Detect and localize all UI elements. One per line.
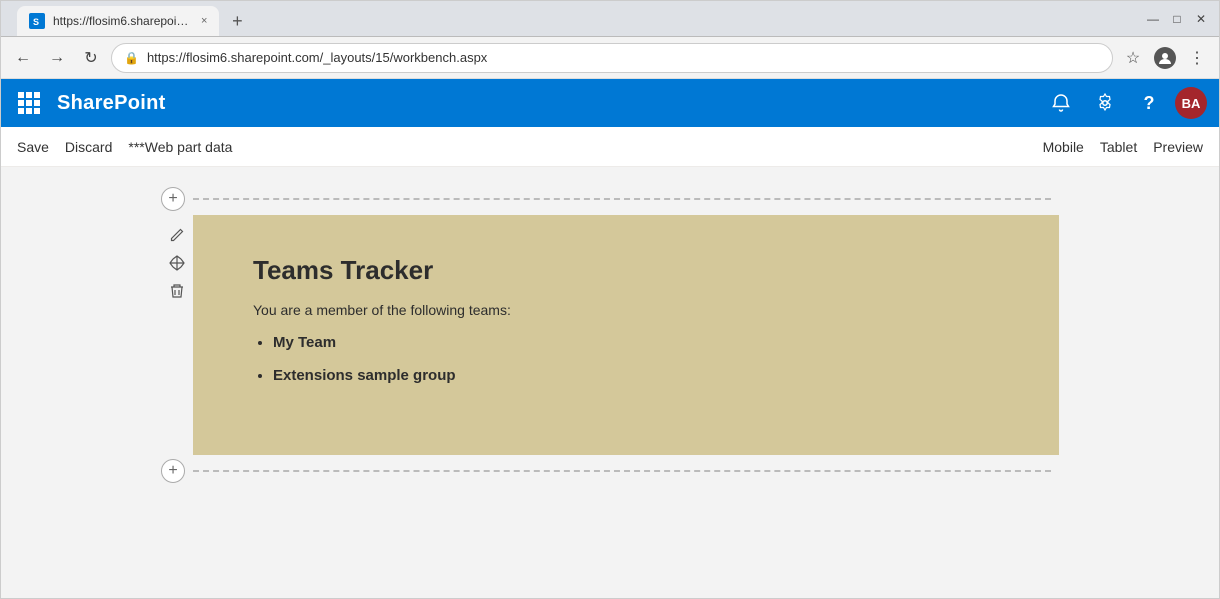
- star-button[interactable]: ☆: [1119, 44, 1147, 72]
- tab-close-btn[interactable]: ×: [201, 15, 207, 27]
- profile-button[interactable]: [1151, 44, 1179, 72]
- list-item: My Team: [273, 334, 999, 351]
- add-section-top-button[interactable]: +: [161, 187, 185, 211]
- edit-webpart-button[interactable]: [165, 223, 189, 247]
- forward-button[interactable]: →: [43, 44, 71, 72]
- back-button[interactable]: ←: [9, 44, 37, 72]
- sharepoint-topbar: SharePoint ? BA: [1, 79, 1219, 127]
- save-button[interactable]: Save: [17, 135, 49, 159]
- sharepoint-canvas: +: [1, 167, 1219, 598]
- webpart-container: Teams Tracker You are a member of the fo…: [161, 215, 1059, 455]
- refresh-button[interactable]: ↻: [77, 44, 105, 72]
- minimize-button[interactable]: —: [1143, 9, 1163, 29]
- tab-favicon: S: [29, 13, 45, 29]
- browser-actions: ☆ ⋮: [1119, 44, 1211, 72]
- waffle-button[interactable]: [13, 87, 45, 119]
- notifications-button[interactable]: [1043, 85, 1079, 121]
- browser-menu-button[interactable]: ⋮: [1183, 44, 1211, 72]
- webpart-actions-panel: [161, 215, 193, 455]
- title-bar: S https://flosim6.sharepoint.com/... × +…: [1, 1, 1219, 37]
- address-box[interactable]: 🔒 https://flosim6.sharepoint.com/_layout…: [111, 43, 1113, 73]
- move-webpart-button[interactable]: [165, 251, 189, 275]
- avatar-initials: BA: [1182, 96, 1201, 111]
- address-bar-row: ← → ↻ 🔒 https://flosim6.sharepoint.com/_…: [1, 37, 1219, 79]
- tab-bar: S https://flosim6.sharepoint.com/... × +: [9, 2, 259, 36]
- maximize-button[interactable]: □: [1167, 9, 1187, 29]
- top-section-divider: [193, 198, 1051, 200]
- teams-tracker-webpart: Teams Tracker You are a member of the fo…: [193, 215, 1059, 455]
- settings-button[interactable]: [1087, 85, 1123, 121]
- new-tab-button[interactable]: +: [223, 8, 251, 36]
- webpart-data-label: ***Web part data: [128, 139, 232, 155]
- sharepoint-title: SharePoint: [57, 92, 166, 115]
- tablet-button[interactable]: Tablet: [1100, 135, 1137, 159]
- topbar-right-actions: ? BA: [1043, 85, 1207, 121]
- delete-webpart-button[interactable]: [165, 279, 189, 303]
- list-item: Extensions sample group: [273, 367, 999, 384]
- active-tab[interactable]: S https://flosim6.sharepoint.com/... ×: [17, 6, 219, 36]
- add-section-bottom-icon: +: [168, 462, 177, 480]
- teams-tracker-subtitle: You are a member of the following teams:: [253, 302, 999, 318]
- teams-tracker-title: Teams Tracker: [253, 255, 999, 286]
- teams-list: My Team Extensions sample group: [253, 334, 999, 384]
- help-button[interactable]: ?: [1131, 85, 1167, 121]
- lock-icon: 🔒: [124, 51, 139, 65]
- svg-text:S: S: [33, 17, 39, 27]
- help-icon: ?: [1144, 93, 1155, 114]
- add-section-top-icon: +: [168, 190, 177, 208]
- add-section-bottom-button[interactable]: +: [161, 459, 185, 483]
- toolbar-right: Mobile Tablet Preview: [1043, 135, 1203, 159]
- discard-button[interactable]: Discard: [65, 135, 112, 159]
- user-avatar[interactable]: BA: [1175, 87, 1207, 119]
- window-controls: — □ ✕: [1143, 9, 1211, 29]
- preview-button[interactable]: Preview: [1153, 135, 1203, 159]
- edit-toolbar: Save Discard ***Web part data Mobile Tab…: [1, 127, 1219, 167]
- bottom-add-section-row: +: [161, 459, 1059, 483]
- close-window-button[interactable]: ✕: [1191, 9, 1211, 29]
- waffle-grid-icon: [18, 92, 40, 114]
- bottom-section-divider: [193, 470, 1051, 472]
- mobile-button[interactable]: Mobile: [1043, 135, 1084, 159]
- address-text: https://flosim6.sharepoint.com/_layouts/…: [147, 50, 1100, 65]
- tab-title-text: https://flosim6.sharepoint.com/...: [53, 14, 193, 28]
- top-add-section-row: +: [161, 187, 1059, 211]
